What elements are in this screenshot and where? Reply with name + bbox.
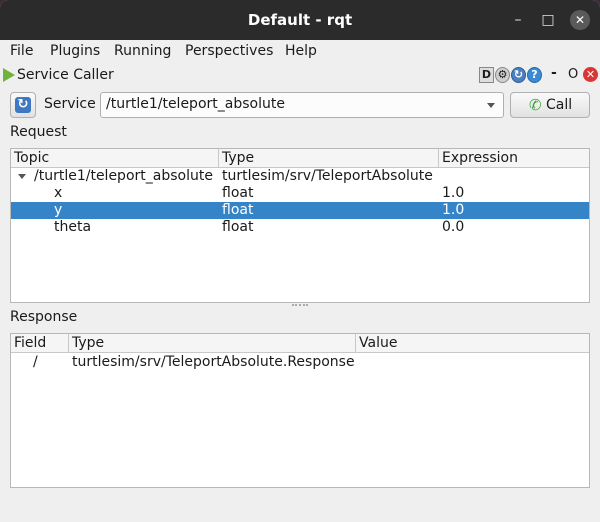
help-icon[interactable]: ? [527, 67, 542, 83]
service-label: Service [44, 96, 96, 112]
plugin-header: Service Caller D ⚙ ↻ ? - O ✕ [0, 64, 600, 86]
plugin-play-icon [3, 68, 15, 82]
close-plugin-icon[interactable]: ✕ [583, 67, 598, 82]
menu-help[interactable]: Help [285, 43, 317, 59]
splitter-handle[interactable] [292, 304, 308, 306]
tree-row-selected[interactable]: y float 1.0 [11, 202, 589, 219]
response-tree[interactable]: Field Type Value / turtlesim/srv/Telepor… [10, 333, 590, 488]
col-expression[interactable]: Expression [439, 149, 589, 168]
menu-bar: File Plugins Running Perspectives Help [0, 40, 600, 62]
col-value[interactable]: Value [356, 334, 589, 353]
col-type[interactable]: Type [219, 149, 439, 168]
dock-button[interactable]: D [479, 67, 494, 83]
col-field[interactable]: Field [11, 334, 69, 353]
expression-cell[interactable]: 0.0 [442, 219, 464, 236]
type-cell: turtlesim/srv/TeleportAbsolute [222, 168, 433, 184]
plugin-title: Service Caller [17, 67, 114, 83]
col-topic[interactable]: Topic [11, 149, 219, 168]
menu-file[interactable]: File [10, 43, 33, 59]
topic-cell: theta [54, 219, 92, 235]
gear-icon[interactable]: ⚙ [495, 67, 510, 83]
menu-perspectives[interactable]: Perspectives [185, 43, 273, 59]
minimize-icon[interactable]: – [508, 10, 528, 30]
type-cell: float [222, 185, 254, 201]
response-label: Response [10, 309, 78, 325]
col-type[interactable]: Type [69, 334, 356, 353]
float-plugin-button[interactable]: O [568, 67, 578, 82]
service-combo-box[interactable]: /turtle1/teleport_absolute [100, 92, 504, 118]
title-bar: Default - rqt – □ ✕ [0, 0, 600, 40]
menu-plugins[interactable]: Plugins [50, 43, 100, 59]
rqt-window: Default - rqt – □ ✕ File Plugins Running… [0, 0, 600, 522]
tree-row[interactable]: /turtle1/teleport_absolute turtlesim/srv… [11, 168, 589, 185]
phone-icon: ✆ [529, 96, 542, 114]
chevron-down-icon [487, 103, 495, 108]
tree-row[interactable]: theta float 0.0 [11, 219, 589, 236]
response-header: Field Type Value [11, 334, 589, 353]
type-cell: float [222, 202, 254, 218]
request-header: Topic Type Expression [11, 149, 589, 168]
minimize-plugin-button[interactable]: - [551, 65, 557, 81]
field-cell: / [33, 354, 38, 370]
menu-running[interactable]: Running [114, 43, 171, 59]
call-button-label: Call [546, 97, 573, 113]
refresh-icon: ↻ [15, 97, 31, 113]
refresh-services-button[interactable]: ↻ [10, 92, 36, 118]
tree-row[interactable]: / turtlesim/srv/TeleportAbsolute.Respons… [11, 354, 589, 371]
maximize-icon[interactable]: □ [538, 10, 558, 30]
type-cell: float [222, 219, 254, 235]
topic-cell: x [54, 185, 63, 201]
type-cell: turtlesim/srv/TeleportAbsolute.Response [72, 354, 355, 370]
close-window-icon[interactable]: ✕ [570, 10, 590, 30]
expand-arrow-icon[interactable] [18, 174, 26, 179]
request-tree[interactable]: Topic Type Expression /turtle1/teleport_… [10, 148, 590, 303]
topic-cell: /turtle1/teleport_absolute [34, 168, 213, 184]
service-value: /turtle1/teleport_absolute [106, 96, 285, 112]
expression-cell[interactable]: 1.0 [442, 185, 464, 202]
call-button[interactable]: ✆ Call [510, 92, 590, 118]
request-label: Request [10, 124, 67, 140]
topic-cell: y [54, 202, 63, 218]
tree-row[interactable]: x float 1.0 [11, 185, 589, 202]
expression-cell[interactable]: 1.0 [442, 202, 464, 219]
reload-icon[interactable]: ↻ [511, 67, 526, 83]
